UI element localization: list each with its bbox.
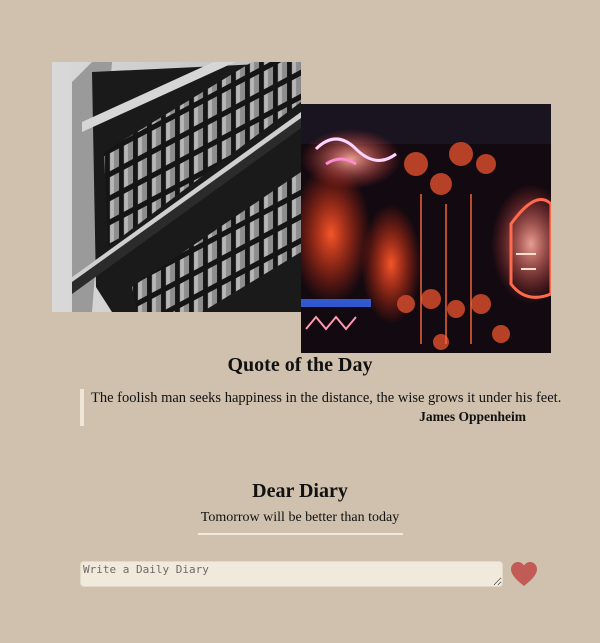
heart-icon	[511, 562, 537, 586]
quote-author: James Oppenheim	[419, 409, 526, 424]
quote-text: The foolish man seeks happiness in the d…	[91, 390, 562, 406]
quote-heading: Quote of the Day	[227, 354, 373, 376]
submit-heart-button[interactable]	[510, 561, 538, 587]
diary-heading: Dear Diary	[252, 480, 348, 502]
quote-blockquote: The foolish man seeks happiness in the d…	[80, 389, 562, 426]
neon-street-photo	[301, 104, 551, 353]
diary-subtitle: Tomorrow will be better than today	[200, 510, 400, 525]
diary-input[interactable]	[80, 561, 503, 587]
building-photo	[52, 62, 301, 312]
divider	[198, 533, 403, 535]
